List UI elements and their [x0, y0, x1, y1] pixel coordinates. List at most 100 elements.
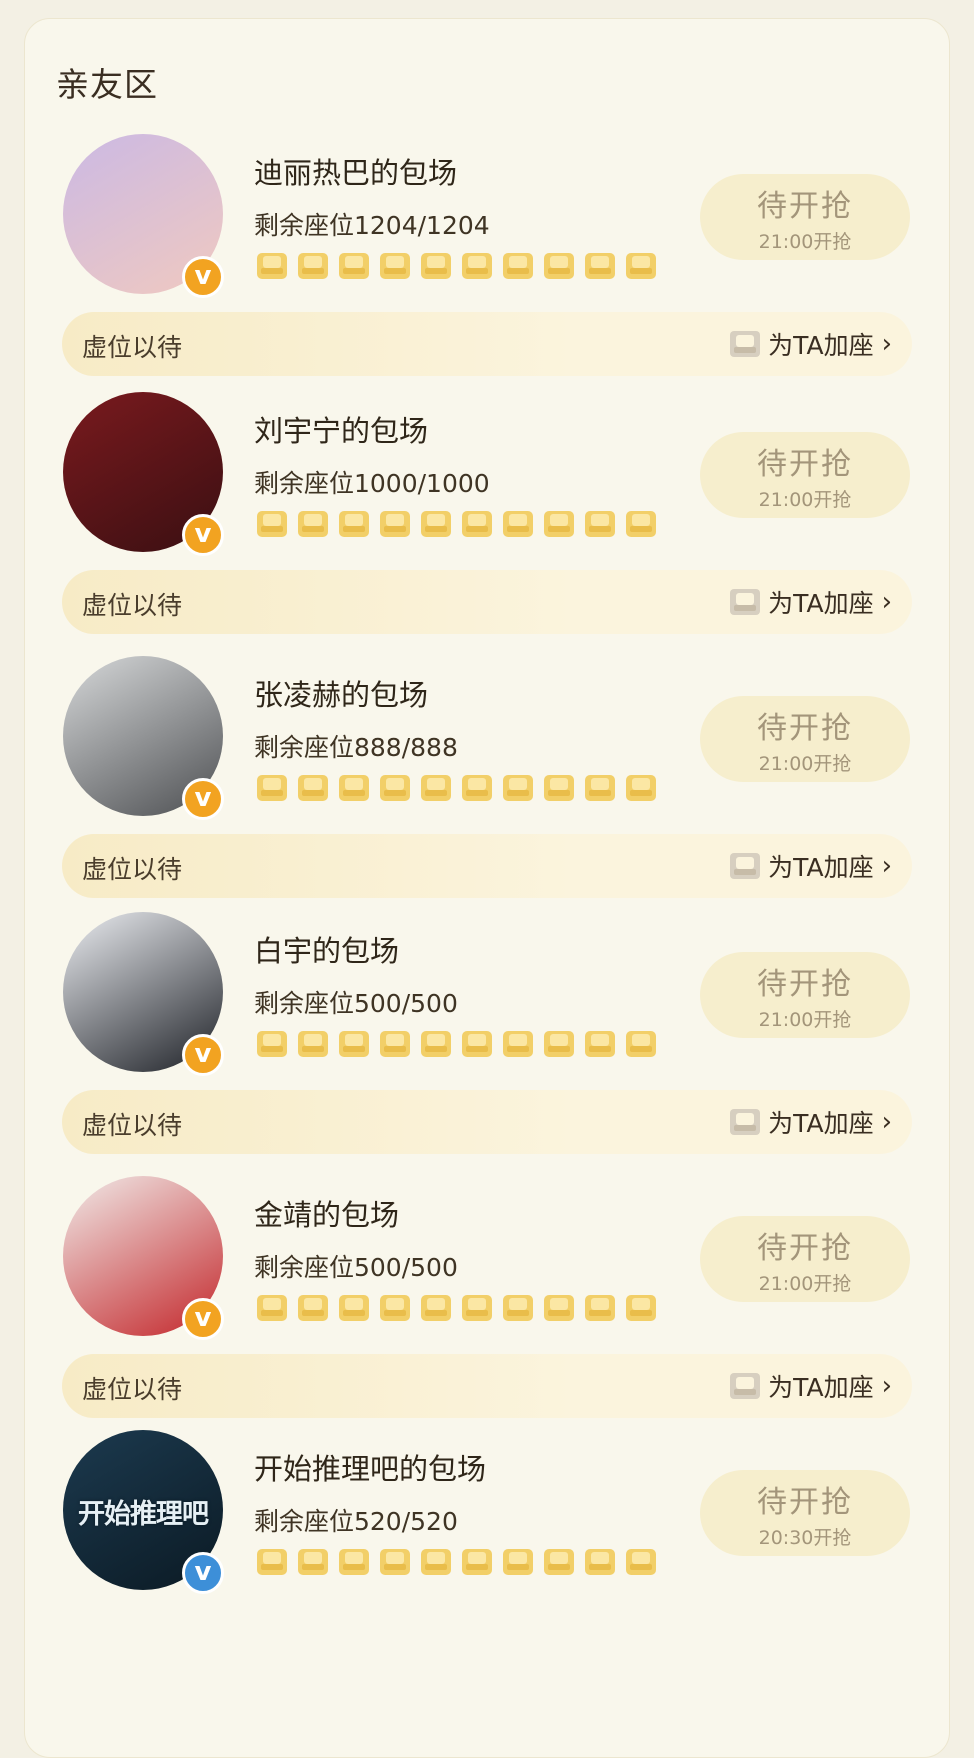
booking-card: v 张凌赫的包场 剩余座位888/888 待开抢 21:00开抢 虚位以待 为T… [0, 656, 974, 936]
remaining-seats: 剩余座位500/500 [254, 1253, 458, 1282]
pending-grab-button[interactable]: 待开抢 21:00开抢 [700, 696, 910, 782]
seat-icon [585, 511, 615, 537]
remaining-seats: 剩余座位520/520 [254, 1507, 458, 1536]
seat-icon [298, 511, 328, 537]
remaining-seats: 剩余座位1000/1000 [254, 469, 490, 498]
waiting-text: 虚位以待 [82, 333, 183, 362]
seat-icon [421, 1295, 451, 1321]
seat-icon [730, 331, 761, 357]
seat-icon [421, 511, 451, 537]
seat-icon [626, 253, 656, 279]
seat-icon [339, 1549, 369, 1575]
grab-status: 待开抢 [757, 447, 853, 482]
grab-time: 21:00开抢 [758, 231, 852, 253]
seat-icon [339, 511, 369, 537]
seat-icon [503, 1549, 533, 1575]
seat-icons [256, 773, 657, 809]
add-seat-button[interactable]: 为TA加座 › [728, 1367, 892, 1405]
seat-icon [298, 253, 328, 279]
add-seat-label: 为TA加座 [768, 1109, 874, 1138]
chevron-right-icon: › [881, 1371, 892, 1401]
seat-icon [462, 1549, 492, 1575]
grab-time: 20:30开抢 [758, 1527, 852, 1549]
waiting-text: 虚位以待 [82, 855, 183, 884]
waiting-bar: 虚位以待 为TA加座 › [62, 834, 912, 898]
pending-grab-button[interactable]: 待开抢 21:00开抢 [700, 174, 910, 260]
seat-icon [544, 1031, 574, 1057]
seat-icon [626, 511, 656, 537]
seat-icon [626, 775, 656, 801]
seat-icons [256, 251, 657, 287]
grab-status: 待开抢 [757, 189, 853, 224]
grab-time: 21:00开抢 [758, 1009, 852, 1031]
waiting-bar: 虚位以待 为TA加座 › [62, 570, 912, 634]
seat-icon [730, 853, 761, 879]
seat-icon [544, 1549, 574, 1575]
seat-icon [380, 775, 410, 801]
chevron-right-icon: › [881, 329, 892, 359]
grab-time: 21:00开抢 [758, 753, 852, 775]
seat-icon [544, 1295, 574, 1321]
add-seat-button[interactable]: 为TA加座 › [728, 1103, 892, 1141]
seat-icon [298, 1295, 328, 1321]
section-title: 亲友区 [56, 65, 158, 104]
add-seat-label: 为TA加座 [768, 589, 874, 618]
seat-icon [462, 775, 492, 801]
booking-title: 刘宇宁的包场 [254, 414, 429, 448]
add-seat-button[interactable]: 为TA加座 › [728, 325, 892, 363]
seat-icons [256, 1293, 657, 1329]
seat-icon [380, 1295, 410, 1321]
seat-icon [257, 511, 287, 537]
pending-grab-button[interactable]: 待开抢 21:00开抢 [700, 1216, 910, 1302]
grab-status: 待开抢 [757, 1231, 853, 1266]
booking-card: v 刘宇宁的包场 剩余座位1000/1000 待开抢 21:00开抢 虚位以待 … [0, 392, 974, 672]
waiting-text: 虚位以待 [82, 591, 183, 620]
seat-icon [626, 1549, 656, 1575]
seat-icon [257, 253, 287, 279]
seat-icon [462, 1031, 492, 1057]
seat-icon [462, 1295, 492, 1321]
grab-status: 待开抢 [757, 967, 853, 1002]
seat-icon [503, 1295, 533, 1321]
add-seat-button[interactable]: 为TA加座 › [728, 847, 892, 885]
seat-icon [380, 511, 410, 537]
seat-icon [626, 1295, 656, 1321]
pending-grab-button[interactable]: 待开抢 20:30开抢 [700, 1470, 910, 1556]
seat-icon [257, 1549, 287, 1575]
seat-icon [585, 1549, 615, 1575]
seat-icon [380, 1549, 410, 1575]
seat-icon [626, 1031, 656, 1057]
grab-status: 待开抢 [757, 1485, 853, 1520]
seat-icon [257, 775, 287, 801]
grab-status: 待开抢 [757, 711, 853, 746]
seat-icon [380, 253, 410, 279]
seat-icon [503, 253, 533, 279]
seat-icon [503, 511, 533, 537]
add-seat-label: 为TA加座 [768, 1373, 874, 1402]
seat-icon [421, 1549, 451, 1575]
pending-grab-button[interactable]: 待开抢 21:00开抢 [700, 432, 910, 518]
seat-icons [256, 1029, 657, 1065]
seat-icon [339, 775, 369, 801]
booking-title: 金靖的包场 [254, 1198, 400, 1232]
seat-icon [298, 1031, 328, 1057]
seat-icon [730, 1109, 761, 1135]
seat-icon [503, 775, 533, 801]
seat-icons [256, 509, 657, 545]
seat-icon [730, 1373, 761, 1399]
add-seat-button[interactable]: 为TA加座 › [728, 583, 892, 621]
seat-icon [503, 1031, 533, 1057]
seat-icon [585, 253, 615, 279]
add-seat-label: 为TA加座 [768, 331, 874, 360]
seat-icon [585, 1295, 615, 1321]
seat-icon [462, 253, 492, 279]
seat-icon [339, 1295, 369, 1321]
remaining-seats: 剩余座位888/888 [254, 733, 458, 762]
waiting-bar: 虚位以待 为TA加座 › [62, 1354, 912, 1418]
pending-grab-button[interactable]: 待开抢 21:00开抢 [700, 952, 910, 1038]
grab-time: 21:00开抢 [758, 1273, 852, 1295]
seat-icon [544, 253, 574, 279]
chevron-right-icon: › [881, 587, 892, 617]
verified-badge-icon: v [182, 514, 224, 556]
seat-icon [421, 1031, 451, 1057]
